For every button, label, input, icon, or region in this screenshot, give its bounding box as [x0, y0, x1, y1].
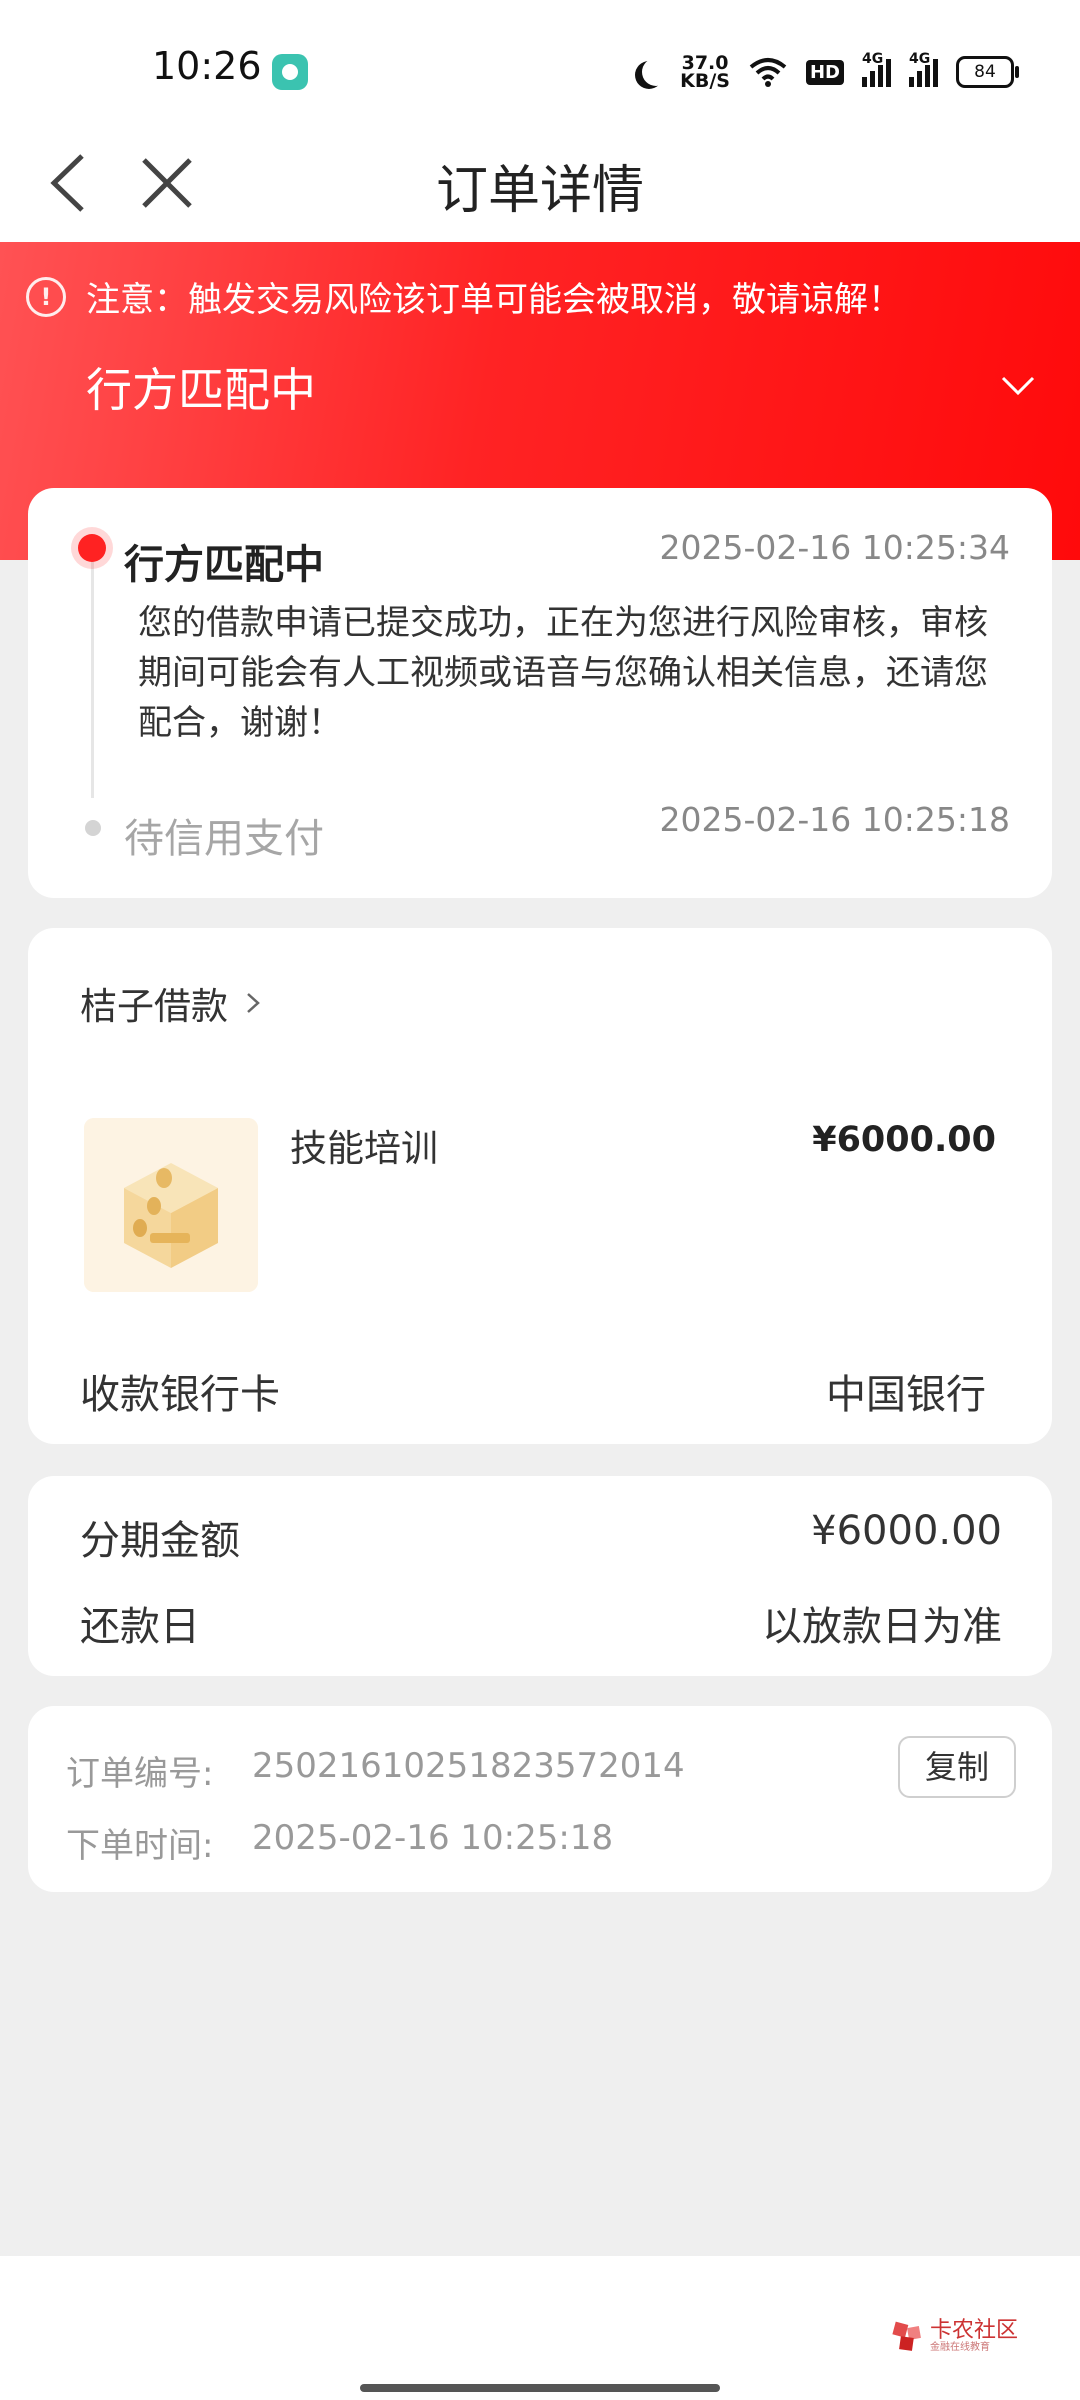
order-number-label: 订单编号:: [66, 1754, 214, 1794]
timeline-time-current: 2025-02-16 10:25:34: [659, 528, 1010, 567]
repayment-day-label: 还款日: [80, 1604, 200, 1650]
product-image: [84, 1118, 258, 1292]
order-number-value: 25021610251823572014: [252, 1746, 685, 1786]
installment-amount-value: ¥6000.00: [811, 1508, 1002, 1554]
installment-amount-label: 分期金额: [80, 1518, 240, 1564]
timeline-title-current: 行方匹配中: [124, 542, 324, 588]
signal-icon-2: 4G: [909, 51, 938, 87]
page-title: 订单详情: [435, 161, 644, 221]
product-price: ¥6000.00: [812, 1120, 996, 1160]
copy-button[interactable]: 复制: [898, 1736, 1016, 1798]
repayment-day-value: 以放款日为准: [762, 1604, 1002, 1650]
chevron-right-icon: [247, 993, 260, 1013]
order-info-card: 订单编号: 25021610251823572014 复制 下单时间: 2025…: [28, 1706, 1052, 1892]
bank-card-label: 收款银行卡: [80, 1372, 280, 1418]
installment-card: 分期金额 ¥6000.00 还款日 以放款日为准: [28, 1476, 1052, 1676]
timeline-description: 您的借款申请已提交成功，正在为您进行风险审核，审核期间可能会有人工视频或语音与您…: [138, 603, 988, 743]
battery-icon: 84: [956, 56, 1019, 88]
timeline-time-previous: 2025-02-16 10:25:18: [659, 800, 1010, 839]
order-time-value: 2025-02-16 10:25:18: [252, 1818, 614, 1858]
signal-icon-1: 4G: [862, 51, 891, 87]
risk-notice-text: 注意：触发交易风险该订单可能会被取消，敬请谅解！: [86, 280, 902, 320]
risk-notice: ! 注意：触发交易风险该订单可能会被取消，敬请谅解！: [26, 272, 902, 321]
hd-voice-icon: HD: [805, 59, 844, 85]
app-notification-icon: [272, 54, 308, 90]
wifi-icon: [748, 57, 788, 87]
progress-card: 行方匹配中 2025-02-16 10:25:34 您的借款申请已提交成功，正在…: [28, 488, 1052, 898]
order-status: 行方匹配中: [86, 363, 316, 417]
network-speed: 37.0 KB/S: [680, 52, 730, 92]
do-not-disturb-icon: [642, 58, 670, 86]
timeline-dot-active: [78, 534, 106, 562]
status-time: 10:26: [152, 44, 262, 88]
order-time-label: 下单时间:: [66, 1826, 214, 1866]
bottom-area: 卡农社区 金融在线教育: [0, 2256, 1080, 2400]
merchant-name: 桔子借款: [80, 985, 228, 1028]
timeline-dot-inactive: [85, 820, 101, 836]
nav-bar: 订单详情: [0, 130, 1080, 242]
timeline-line: [91, 548, 94, 798]
watermark-name: 卡农社区: [929, 2318, 1018, 2343]
status-icons: 37.0 KB/S HD 4G 4G 84: [634, 48, 1019, 96]
watermark-logo-icon: [892, 2321, 921, 2351]
home-indicator[interactable]: [360, 2384, 720, 2392]
chevron-down-icon[interactable]: [1000, 368, 1036, 404]
watermark: 卡农社区 金融在线教育: [892, 2320, 1018, 2354]
bank-card-value: 中国银行: [826, 1372, 986, 1418]
product-card: 桔子借款 技能培训 ¥6000.00 收款银行卡 中国银行: [28, 928, 1052, 1444]
merchant-link[interactable]: 桔子借款: [80, 976, 264, 1030]
status-bar: 10:26 37.0 KB/S HD 4G 4G 84: [0, 0, 1080, 130]
alert-circle-icon: !: [26, 276, 66, 317]
timeline-title-previous: 待信用支付: [124, 816, 324, 862]
watermark-subtitle: 金融在线教育: [929, 2342, 990, 2353]
product-name: 技能培训: [290, 1127, 438, 1170]
